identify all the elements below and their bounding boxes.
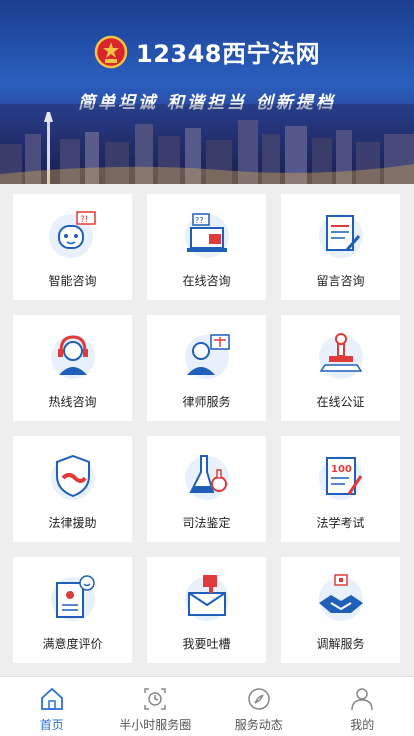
tab-home[interactable]: 首页 bbox=[0, 677, 104, 736]
service-complaint[interactable]: 我要吐槽 bbox=[147, 557, 266, 663]
tab-label: 首页 bbox=[39, 718, 64, 732]
service-label: 法学考试 bbox=[316, 516, 365, 530]
service-label: 我要吐槽 bbox=[182, 637, 231, 651]
tab-service-news[interactable]: 服务动态 bbox=[207, 677, 311, 736]
service-label: 在线公证 bbox=[316, 395, 365, 409]
stamp-icon bbox=[318, 333, 363, 379]
city-skyline bbox=[0, 104, 414, 184]
service-online-notary[interactable]: 在线公证 bbox=[281, 315, 400, 421]
service-lawyer[interactable]: 律师服务 bbox=[147, 315, 266, 421]
robot-icon: ?! bbox=[48, 211, 96, 258]
service-legal-aid[interactable]: 法律援助 bbox=[13, 436, 132, 542]
handshake-icon bbox=[318, 574, 363, 621]
tab-mine[interactable]: 我的 bbox=[311, 677, 414, 736]
logo-row: 12348西宁法网 bbox=[0, 34, 414, 69]
site-title: 12348西宁法网 bbox=[136, 40, 320, 68]
lawyer-icon bbox=[184, 334, 230, 379]
shield-handshake-icon bbox=[50, 454, 95, 500]
service-label: 留言咨询 bbox=[316, 274, 365, 288]
service-online-consult[interactable]: ?? 在线咨询 bbox=[147, 194, 266, 300]
headset-agent-icon bbox=[50, 335, 95, 379]
service-mediation[interactable]: 调解服务 bbox=[281, 557, 400, 663]
service-law-exam[interactable]: 100 法学考试 bbox=[281, 436, 400, 542]
service-label: 热线咨询 bbox=[48, 395, 97, 409]
compass-icon bbox=[248, 688, 270, 710]
service-hotline-consult[interactable]: 热线咨询 bbox=[13, 315, 132, 421]
service-message-consult[interactable]: 留言咨询 bbox=[281, 194, 400, 300]
tab-half-hour-circle[interactable]: 半小时服务圈 bbox=[104, 677, 208, 736]
national-emblem-icon bbox=[94, 35, 128, 68]
tab-label: 半小时服务圈 bbox=[119, 718, 192, 732]
user-icon bbox=[351, 688, 373, 711]
complaint-mail-icon bbox=[184, 575, 229, 621]
svg-text:?!: ?! bbox=[80, 215, 88, 225]
header-banner: 12348西宁法网 简单坦诚 和谐担当 创新提档 bbox=[0, 0, 414, 184]
service-label: 满意度评价 bbox=[42, 637, 103, 651]
svg-text:??: ?? bbox=[195, 216, 204, 225]
service-label: 调解服务 bbox=[316, 637, 365, 651]
home-icon bbox=[40, 687, 63, 710]
tab-label: 服务动态 bbox=[234, 718, 283, 732]
service-label: 司法鉴定 bbox=[182, 516, 231, 530]
service-judicial-appraisal[interactable]: 司法鉴定 bbox=[147, 436, 266, 542]
laptop-chat-icon: ?? bbox=[184, 213, 229, 258]
tab-label: 我的 bbox=[350, 718, 375, 732]
flask-icon bbox=[184, 455, 229, 500]
service-smart-consult[interactable]: ?! 智能咨询 bbox=[13, 194, 132, 300]
service-label: 律师服务 bbox=[182, 395, 231, 409]
service-label: 在线咨询 bbox=[182, 274, 231, 288]
service-grid: ?! 智能咨询 ?? 在线咨询 留言咨询 热线咨询 律师服务 在线公证 法律援助… bbox=[13, 194, 401, 663]
service-label: 法律援助 bbox=[48, 516, 97, 530]
rating-card-icon bbox=[50, 575, 95, 621]
exam-paper-icon: 100 bbox=[318, 456, 363, 500]
svg-text:100: 100 bbox=[331, 464, 352, 475]
service-satisfaction-rating[interactable]: 满意度评价 bbox=[13, 557, 132, 663]
service-label: 智能咨询 bbox=[48, 274, 97, 288]
document-pen-icon bbox=[318, 214, 363, 258]
bottom-tab-bar: 首页 半小时服务圈 服务动态 我的 bbox=[0, 676, 414, 736]
clock-icon bbox=[144, 688, 166, 710]
